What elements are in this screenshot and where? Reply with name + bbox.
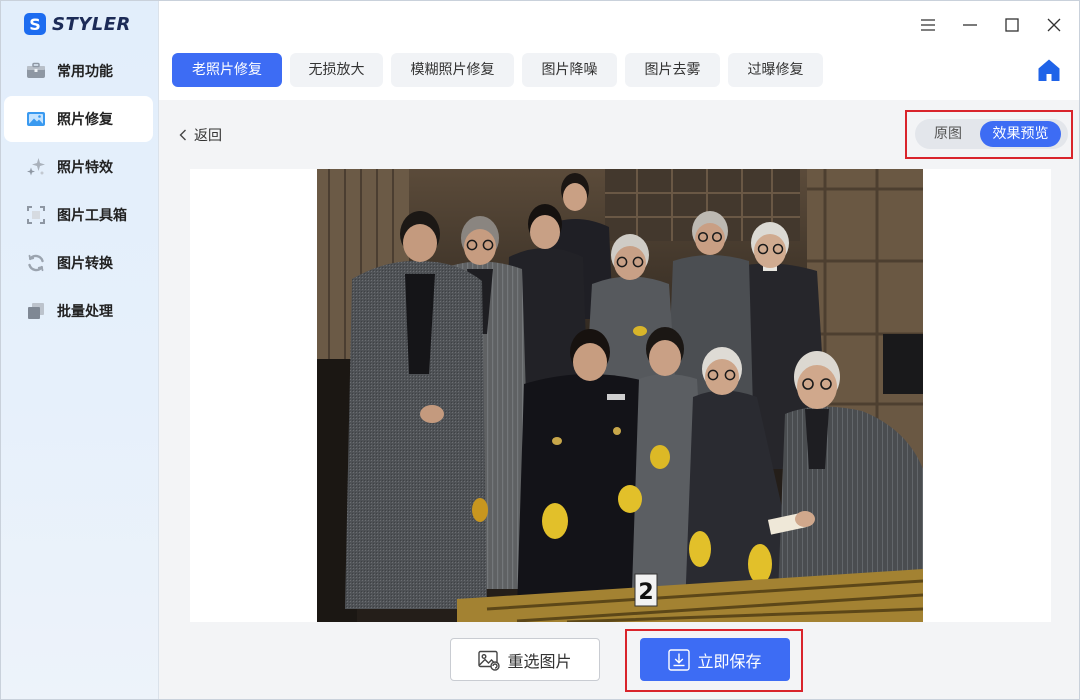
tab-overexposure-repair[interactable]: 过曝修复 (728, 53, 823, 87)
home-button[interactable] (1037, 58, 1061, 82)
menu-button[interactable] (913, 12, 943, 38)
sidebar-item-photo-repair[interactable]: 照片修复 (4, 96, 153, 142)
minimize-icon (963, 24, 977, 26)
sidebar-item-image-conversion[interactable]: 图片转换 (4, 240, 153, 286)
crop-frame-icon (26, 205, 46, 225)
back-label: 返回 (194, 128, 222, 144)
batch-stack-icon (26, 301, 46, 321)
sidebar-item-batch-processing[interactable]: 批量处理 (4, 288, 153, 334)
sidebar-item-photo-effects[interactable]: 照片特效 (4, 144, 153, 190)
restored-photo: 2 (317, 169, 923, 622)
maximize-button[interactable] (997, 12, 1027, 38)
styler-logo-icon: S (24, 13, 46, 35)
reselect-image-button[interactable]: 重选图片 (450, 638, 600, 681)
tab-old-photo-repair[interactable]: 老照片修复 (172, 53, 282, 87)
toggle-option-preview[interactable]: 效果预览 (980, 121, 1061, 147)
minimize-button[interactable] (955, 12, 985, 38)
sidebar-item-image-toolbox[interactable]: 图片工具箱 (4, 192, 153, 238)
evidence-marker: 2 (634, 573, 658, 607)
sidebar-item-common-functions[interactable]: 常用功能 (4, 48, 153, 94)
maximize-icon (1005, 18, 1019, 32)
app-name: STYLER (52, 13, 131, 35)
toggle-option-original[interactable]: 原图 (917, 121, 979, 147)
image-reselect-icon (478, 650, 501, 671)
toolbox-icon (26, 61, 46, 81)
home-icon (1038, 59, 1060, 81)
sidebar-item-label: 照片特效 (57, 160, 113, 176)
app-logo: S STYLER (24, 12, 131, 36)
chevron-left-icon (179, 129, 186, 141)
close-icon (1047, 18, 1061, 32)
sparkle-icon (26, 157, 46, 177)
back-button[interactable]: 返回 (178, 125, 222, 145)
sidebar-item-label: 照片修复 (57, 112, 113, 128)
sidebar-item-label: 图片转换 (57, 256, 113, 272)
tab-lossless-upscale[interactable]: 无损放大 (290, 53, 383, 87)
feature-tabs: 老照片修复 无损放大 模糊照片修复 图片降噪 图片去雾 过曝修复 (172, 53, 823, 87)
close-button[interactable] (1039, 12, 1069, 38)
save-now-label: 立即保存 (697, 651, 762, 671)
tab-blurry-photo-repair[interactable]: 模糊照片修复 (391, 53, 514, 87)
sidebar-item-label: 批量处理 (57, 304, 113, 320)
sidebar: S STYLER 常用功能 照片修复 照片特效 图片工具箱 图片转换 批量处理 (0, 0, 159, 700)
tab-image-denoise[interactable]: 图片降噪 (522, 53, 617, 87)
photo-repair-icon (26, 109, 46, 129)
menu-icon (921, 19, 935, 31)
tab-image-dehaze[interactable]: 图片去雾 (625, 53, 720, 87)
sidebar-item-label: 常用功能 (57, 64, 113, 80)
reselect-image-label: 重选图片 (507, 651, 572, 671)
marker-number: 2 (638, 580, 653, 605)
download-icon (668, 648, 691, 671)
view-toggle: 原图 效果预览 (915, 119, 1068, 149)
sidebar-item-label: 图片工具箱 (57, 208, 127, 224)
save-now-button[interactable]: 立即保存 (640, 638, 790, 681)
convert-icon (26, 253, 46, 273)
